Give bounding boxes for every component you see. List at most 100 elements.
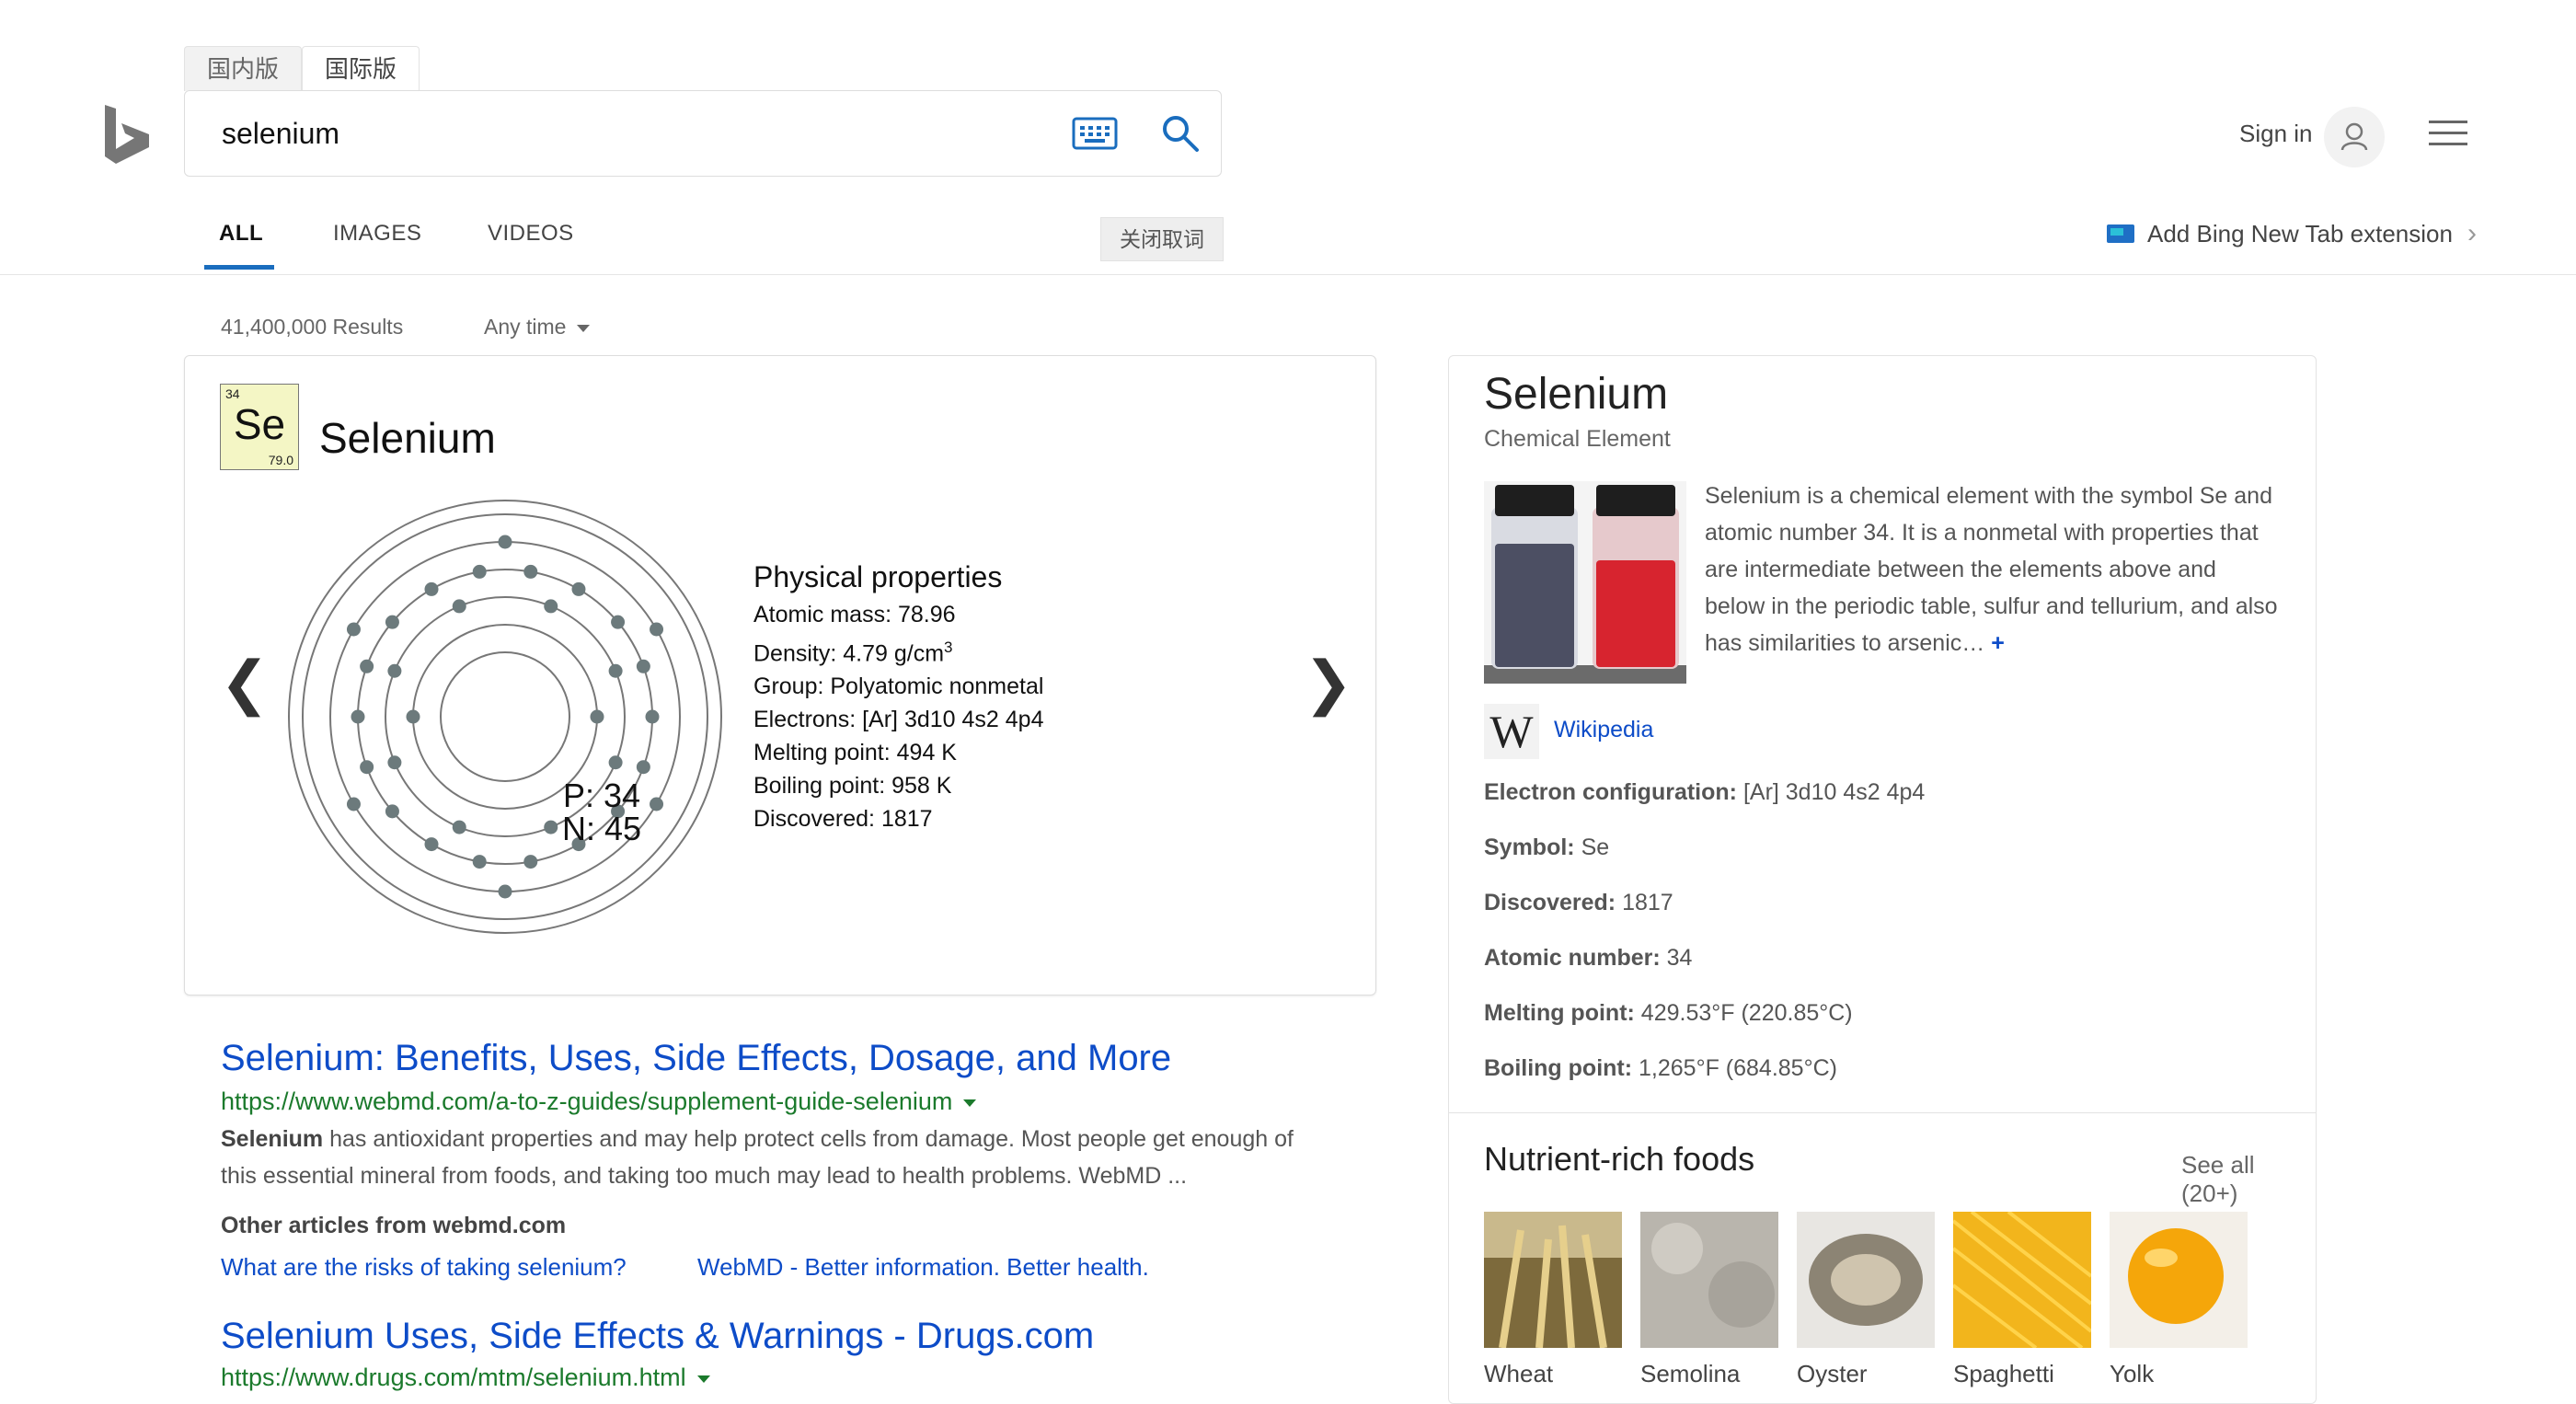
deep-link[interactable]: What are the risks of taking selenium?: [221, 1253, 627, 1282]
fact-label: Discovered:: [1484, 890, 1616, 915]
fact-value: 1,265°F (684.85°C): [1632, 1055, 1837, 1081]
food-item-yolk[interactable]: Yolk: [2110, 1212, 2248, 1388]
proton-count: P: 34: [562, 777, 641, 814]
electrons: Electrons: [Ar] 3d10 4s2 4p4: [753, 707, 1044, 733]
food-name: Yolk: [2110, 1360, 2155, 1387]
discovered: Discovered: 1817: [753, 806, 933, 833]
electron: [636, 659, 650, 673]
element-tile: 34 Se 79.0: [220, 384, 299, 470]
spaghetti-image: [1951, 1210, 2093, 1350]
active-tab-indicator: [204, 265, 274, 270]
wikipedia-link[interactable]: Wikipedia: [1554, 717, 1653, 743]
results-count: 41,400,000 Results: [221, 315, 404, 339]
snippet-line: this essential mineral from foods, and t…: [221, 1163, 1188, 1189]
electron: [523, 855, 538, 869]
electron: [346, 797, 361, 811]
fact-discovered: Discovered: 1817: [1484, 890, 1673, 916]
result-url-text: https://www.webmd.com/a-to-z-guides/supp…: [221, 1088, 953, 1115]
deep-link[interactable]: WebMD - Better information. Better healt…: [697, 1253, 1149, 1282]
avatar[interactable]: [2324, 107, 2385, 167]
fact-melting-point: Melting point: 429.53°F (220.85°C): [1484, 1000, 1853, 1027]
electron: [452, 599, 466, 614]
sign-in-link[interactable]: Sign in: [2239, 120, 2313, 148]
electron: [611, 615, 626, 629]
food-item-semolina[interactable]: Semolina: [1640, 1212, 1778, 1388]
result-title-link[interactable]: Selenium Uses, Side Effects & Warnings -…: [221, 1316, 1094, 1357]
electron: [424, 837, 439, 852]
fact-label: Boiling point:: [1484, 1055, 1633, 1081]
tab-all[interactable]: ALL: [219, 221, 263, 247]
food-item-oyster[interactable]: Oyster: [1797, 1212, 1935, 1388]
food-name: Semolina: [1640, 1360, 1741, 1387]
bing-extension-icon: [2107, 224, 2134, 243]
bing-logo-icon[interactable]: [103, 103, 151, 166]
tab-videos[interactable]: VIDEOS: [488, 221, 574, 247]
kp-description: Selenium is a chemical element with the …: [1705, 478, 2279, 662]
add-extension-link[interactable]: Add Bing New Tab extension ›: [2107, 217, 2477, 250]
fact-label: Electron configuration:: [1484, 779, 1737, 805]
electron: [498, 535, 512, 549]
electron: [636, 760, 650, 775]
kp-divider: [1449, 1112, 2316, 1113]
fact-value: 1817: [1616, 890, 1673, 915]
fact-value: 429.53°F (220.85°C): [1634, 1000, 1853, 1026]
electron: [346, 622, 361, 637]
time-filter-dropdown[interactable]: Any time: [484, 315, 591, 339]
search-input[interactable]: selenium: [222, 91, 339, 176]
properties-title: Physical properties: [753, 560, 1003, 593]
result-title-link[interactable]: Selenium: Benefits, Uses, Side Effects, …: [221, 1038, 1171, 1079]
version-tabs: 国内版 国际版: [184, 46, 420, 91]
tile-symbol: Se: [233, 400, 286, 448]
food-item-spaghetti[interactable]: Spaghetti: [1951, 1210, 2093, 1388]
hamburger-menu-icon[interactable]: [2429, 118, 2467, 149]
fact-boiling-point: Boiling point: 1,265°F (684.85°C): [1484, 1055, 1837, 1082]
see-all-link[interactable]: See all (20+): [2181, 1151, 2316, 1208]
electron: [608, 755, 623, 770]
selenium-sample-image[interactable]: [1484, 481, 1686, 684]
search-box[interactable]: selenium: [184, 90, 1222, 177]
tab-domestic[interactable]: 国内版: [184, 46, 303, 91]
tab-international[interactable]: 国际版: [302, 46, 420, 91]
neutron-count: N: 45: [561, 810, 642, 847]
electron: [385, 804, 399, 819]
food-name: Wheat: [1484, 1360, 1554, 1387]
tab-images[interactable]: IMAGES: [333, 221, 421, 247]
bohr-model-diagram: P: 34 N: 45: [284, 496, 726, 938]
electron: [406, 709, 420, 724]
kp-subtitle: Chemical Element: [1484, 426, 1671, 452]
electron: [650, 622, 664, 637]
caret-down-icon: [577, 324, 591, 332]
knowledge-panel: Selenium Chemical Element Selenium is a …: [1448, 355, 2317, 1404]
electron: [590, 709, 604, 724]
snippet-text: has antioxidant properties and may help …: [323, 1126, 1294, 1152]
electron: [387, 755, 402, 770]
electron: [472, 564, 487, 579]
search-icon[interactable]: [1160, 113, 1201, 154]
result-url[interactable]: https://www.webmd.com/a-to-z-guides/supp…: [221, 1088, 977, 1116]
electron: [385, 615, 399, 629]
oyster-image: [1797, 1212, 1935, 1348]
semolina-image: [1640, 1212, 1778, 1348]
food-name: Oyster: [1797, 1360, 1868, 1387]
wikipedia-icon[interactable]: W: [1484, 704, 1539, 759]
yolk-image: [2110, 1212, 2248, 1348]
electron: [645, 709, 660, 724]
keyboard-icon[interactable]: [1072, 117, 1118, 150]
electron: [387, 663, 402, 678]
fact-value: 34: [1660, 945, 1693, 971]
fact-value: Se: [1574, 834, 1610, 860]
result-url[interactable]: https://www.drugs.com/mtm/selenium.html: [221, 1364, 710, 1392]
nucleus-label: P: 34 N: 45: [505, 779, 698, 846]
chevron-left-icon[interactable]: ❮: [220, 649, 270, 718]
chevron-right-icon[interactable]: ❯: [1304, 649, 1353, 718]
electron: [523, 564, 538, 579]
fact-symbol: Symbol: Se: [1484, 834, 1609, 861]
electron: [424, 581, 439, 596]
expand-description-button[interactable]: +: [1991, 630, 2005, 656]
boiling-point: Boiling point: 958 K: [753, 773, 952, 800]
time-filter-label: Any time: [484, 315, 567, 339]
caret-down-icon: [696, 1375, 710, 1383]
close-word-lookup-button[interactable]: 关闭取词: [1100, 217, 1224, 261]
other-articles-heading: Other articles from webmd.com: [221, 1213, 567, 1238]
food-item-wheat[interactable]: Wheat: [1484, 1212, 1622, 1388]
